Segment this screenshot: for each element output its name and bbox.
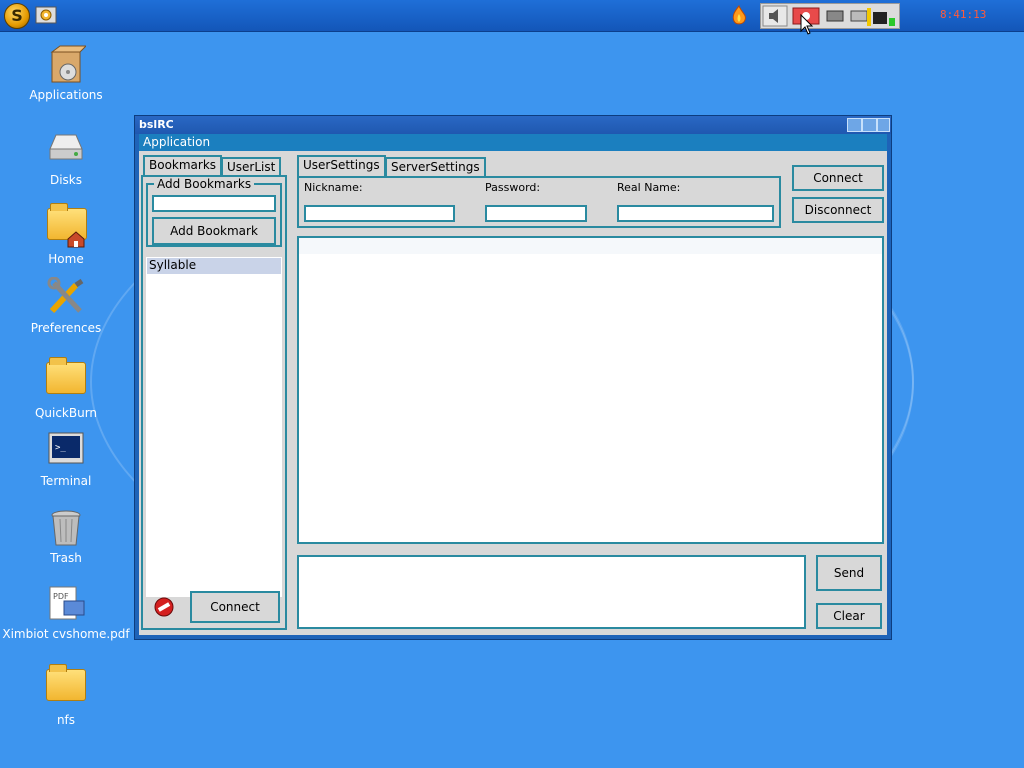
menubar: Application	[139, 134, 887, 151]
tab-serversettings[interactable]: ServerSettings	[385, 157, 486, 177]
pdf-icon: PDF	[46, 583, 86, 623]
left-panel: Add Bookmarks Add Bookmark Syllable Conn…	[141, 175, 287, 630]
maximize-button[interactable]	[862, 118, 877, 132]
svg-text:>_: >_	[55, 443, 66, 453]
chat-output[interactable]	[297, 236, 884, 544]
tab-bookmarks[interactable]: Bookmarks	[143, 155, 223, 175]
syllable-logo-icon[interactable]: S	[4, 3, 30, 29]
usersettings-panel: Nickname: Password: Real Name:	[297, 176, 781, 228]
clear-button[interactable]: Clear	[816, 603, 882, 629]
mouse-cursor-icon	[800, 13, 814, 39]
add-bookmarks-label: Add Bookmarks	[154, 177, 255, 191]
applications-box-icon	[46, 44, 88, 84]
disconnect-icon[interactable]	[153, 596, 175, 618]
realname-input[interactable]	[617, 205, 774, 222]
cpu-icon	[826, 10, 844, 22]
desktop-icon-label: Ximbiot cvshome.pdf	[2, 627, 130, 641]
disk-icon	[46, 129, 86, 169]
close-button[interactable]	[877, 118, 890, 132]
flame-icon[interactable]	[728, 4, 750, 26]
bookmark-connect-button[interactable]: Connect	[190, 591, 280, 623]
nickname-label: Nickname:	[304, 181, 363, 194]
network-icon	[867, 8, 895, 26]
terminal-icon: >_	[46, 430, 86, 470]
tab-userlist[interactable]: UserList	[221, 157, 282, 175]
window-titlebar[interactable]: bslRC	[135, 116, 891, 134]
desktop-icon-label: Preferences	[30, 321, 102, 335]
realname-label: Real Name:	[617, 181, 681, 194]
folder-icon	[46, 357, 86, 402]
settings-gear-icon[interactable]	[34, 4, 58, 26]
connect-button[interactable]: Connect	[792, 165, 884, 191]
password-label: Password:	[485, 181, 541, 194]
clock: 8:41:13	[940, 8, 987, 21]
desktop-icon-nfs[interactable]: nfs	[1, 661, 131, 727]
message-input[interactable]	[297, 555, 806, 629]
list-item[interactable]: Syllable	[147, 258, 281, 274]
folder-icon	[46, 664, 86, 709]
desktop-icon-home[interactable]: Home	[1, 200, 131, 266]
desktop-icon-label: nfs	[56, 713, 76, 727]
home-folder-icon	[46, 203, 87, 248]
chat-header-row	[299, 238, 882, 254]
preferences-tools-icon	[46, 276, 86, 317]
desktop-icon-disks[interactable]: Disks	[1, 129, 131, 187]
desktop-icon-applications[interactable]: Applications	[1, 44, 131, 102]
taskbar: S 8:41:13	[0, 0, 1024, 32]
trash-icon	[46, 507, 86, 547]
menu-application[interactable]: Application	[143, 135, 210, 149]
svg-text:PDF: PDF	[53, 592, 69, 601]
desktop-icon-label: Terminal	[40, 474, 92, 488]
window-title: bslRC	[139, 118, 174, 131]
desktop-icon-quickburn[interactable]: QuickBurn	[1, 354, 131, 420]
password-input[interactable]	[485, 205, 587, 222]
desktop-icon-trash[interactable]: Trash	[1, 507, 131, 565]
bookmark-input[interactable]	[152, 195, 276, 212]
desktop-icon-label: Applications	[29, 88, 103, 102]
nickname-input[interactable]	[304, 205, 455, 222]
desktop-icon-label: Trash	[50, 551, 82, 565]
tab-usersettings[interactable]: UserSettings	[297, 155, 386, 177]
desktop-icon-label: Home	[48, 252, 84, 266]
desktop-icon-pdf[interactable]: PDF Ximbiot cvshome.pdf	[1, 583, 131, 641]
desktop-icon-preferences[interactable]: Preferences	[1, 276, 131, 335]
minimize-button[interactable]	[847, 118, 862, 132]
window-client: Application Bookmarks UserList Add Bookm…	[139, 134, 887, 635]
volume-icon	[762, 5, 788, 27]
bslirc-window: bslRC Application Bookmarks UserList Add…	[134, 115, 892, 640]
add-bookmarks-group: Add Bookmarks Add Bookmark	[146, 177, 282, 247]
desktop-icon-label: Disks	[49, 173, 83, 187]
desktop-icon-terminal[interactable]: >_ Terminal	[1, 430, 131, 488]
drive-icon	[850, 10, 868, 22]
add-bookmark-button[interactable]: Add Bookmark	[152, 217, 276, 245]
desktop-icon-label: QuickBurn	[34, 406, 98, 420]
system-tray	[760, 3, 900, 29]
disconnect-button[interactable]: Disconnect	[792, 197, 884, 223]
bookmark-list: Syllable	[146, 257, 282, 597]
send-button[interactable]: Send	[816, 555, 882, 591]
